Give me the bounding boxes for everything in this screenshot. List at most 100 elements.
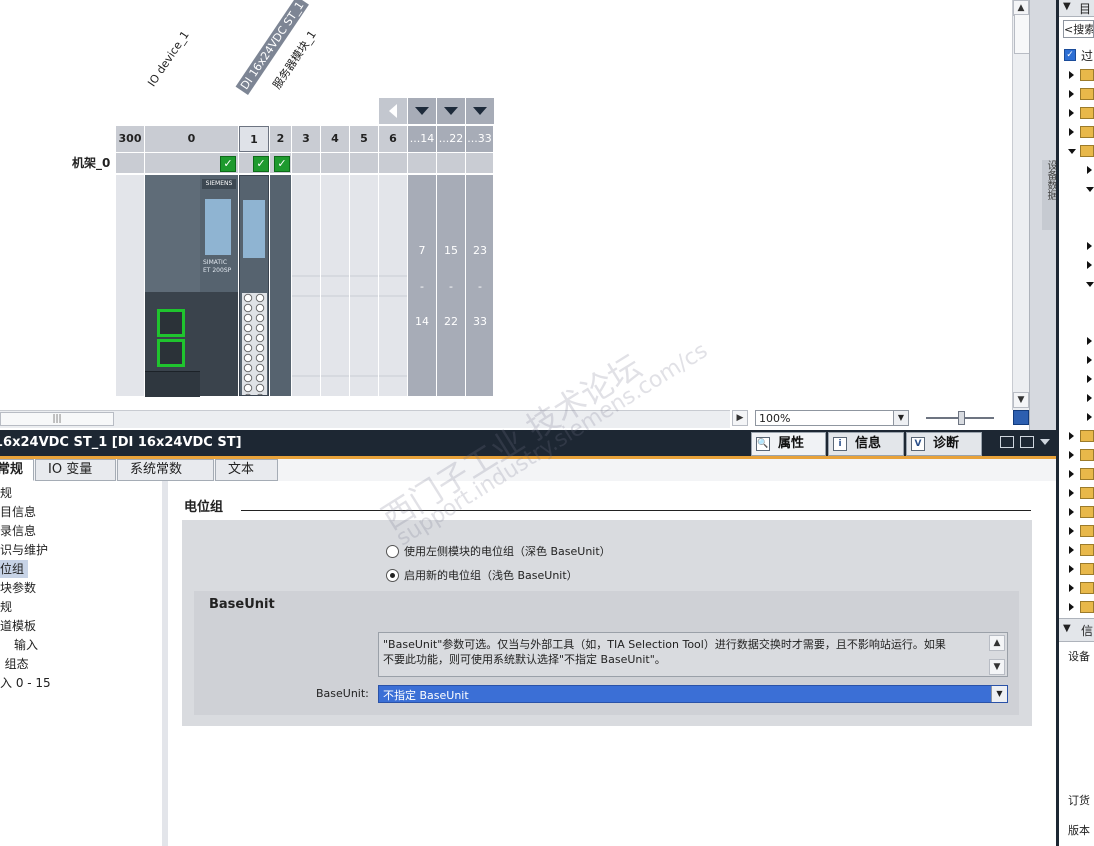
slot-header-3[interactable]: 3 bbox=[292, 126, 321, 152]
horizontal-scrollbar[interactable]: ||| bbox=[0, 410, 730, 428]
expand-slot-button-2[interactable] bbox=[437, 98, 466, 124]
chevron-right-icon[interactable] bbox=[1069, 451, 1074, 459]
info-section-header[interactable]: ▼ 信 bbox=[1059, 618, 1094, 642]
rack-cell bbox=[466, 153, 494, 173]
tab-properties[interactable]: 🔍 属性 bbox=[751, 432, 826, 456]
slot-header-5[interactable]: 5 bbox=[350, 126, 379, 152]
overview-navigation-icon[interactable] bbox=[1013, 410, 1029, 425]
float-panel-icon[interactable] bbox=[1000, 436, 1014, 448]
tab-io-tags[interactable]: IO 变量 bbox=[35, 459, 116, 481]
rack-label: 机架_0 bbox=[72, 156, 111, 170]
chevron-right-icon[interactable] bbox=[1069, 508, 1074, 516]
empty-slot[interactable] bbox=[350, 175, 379, 396]
tab-system-constants[interactable]: 系统常数 bbox=[117, 459, 214, 481]
filter-checkbox[interactable]: ✓ bbox=[1064, 49, 1076, 61]
chevron-right-icon[interactable] bbox=[1087, 166, 1092, 174]
tab-diagnostics[interactable]: V 诊断 bbox=[906, 432, 982, 456]
baseunit-select[interactable]: 不指定 BaseUnit ▼ bbox=[378, 685, 1008, 703]
interface-module[interactable]: SIEMENS SIMATIC ET 200SP bbox=[145, 175, 238, 397]
nav-item-input-0-15[interactable]: 输入 0 - 15 bbox=[0, 674, 51, 692]
slot-header-ext-2[interactable]: ...22 bbox=[437, 126, 466, 152]
scroll-left-button[interactable] bbox=[379, 98, 407, 124]
slot-header-1[interactable]: 1 bbox=[239, 126, 269, 152]
tab-general[interactable]: 常规 bbox=[0, 459, 34, 481]
nav-item-potential-group[interactable]: 电位组 bbox=[0, 560, 29, 578]
chevron-down-icon[interactable]: ▼ bbox=[1063, 1, 1071, 12]
chevron-right-icon[interactable] bbox=[1087, 337, 1092, 345]
slot-header-4[interactable]: 4 bbox=[321, 126, 350, 152]
chevron-right-icon[interactable] bbox=[1087, 394, 1092, 402]
zoom-select[interactable]: 100% ▼ bbox=[755, 410, 909, 426]
radio-left-potential-group[interactable] bbox=[386, 545, 399, 558]
nav-item-general[interactable]: 常规 bbox=[0, 484, 12, 502]
chevron-down-icon[interactable]: ▼ bbox=[893, 411, 908, 425]
chevron-right-icon[interactable] bbox=[1069, 432, 1074, 440]
di-module[interactable] bbox=[239, 175, 269, 396]
empty-slot[interactable] bbox=[321, 175, 350, 396]
chevron-right-icon[interactable] bbox=[1069, 109, 1074, 117]
chevron-right-icon[interactable] bbox=[1069, 565, 1074, 573]
chevron-right-icon[interactable] bbox=[1069, 603, 1074, 611]
navigation-tree[interactable]: 常规 项目信息 目录信息 标识与维护 电位组 模块参数 常规 通道模板 输入 D… bbox=[0, 481, 163, 846]
scroll-down-button[interactable]: ▼ bbox=[1013, 392, 1029, 408]
empty-slot[interactable] bbox=[379, 175, 408, 396]
slot-header-ext-1[interactable]: ...14 bbox=[408, 126, 437, 152]
chevron-right-icon[interactable] bbox=[1087, 242, 1092, 250]
zoom-slider-thumb[interactable] bbox=[958, 411, 965, 425]
ethernet-port-icon[interactable] bbox=[157, 309, 185, 337]
chevron-down-icon[interactable] bbox=[1068, 149, 1076, 154]
tab-texts[interactable]: 文本 bbox=[215, 459, 278, 481]
chevron-down-icon[interactable] bbox=[1040, 439, 1050, 445]
nav-item-di-config[interactable]: DI 组态 bbox=[0, 655, 29, 673]
expand-slot-button-1[interactable] bbox=[408, 98, 437, 124]
chevron-right-icon[interactable] bbox=[1069, 584, 1074, 592]
nav-item-catalog-info[interactable]: 目录信息 bbox=[0, 522, 36, 540]
nav-item-general-2[interactable]: 常规 bbox=[0, 598, 12, 616]
radio-new-potential-group[interactable] bbox=[386, 569, 399, 582]
slot-header-6[interactable]: 6 bbox=[379, 126, 408, 152]
chevron-right-icon[interactable] bbox=[1087, 356, 1092, 364]
expand-slot-button-3[interactable] bbox=[466, 98, 495, 124]
slot-header-2[interactable]: 2 bbox=[270, 126, 292, 152]
nav-item-inputs[interactable]: 输入 bbox=[14, 636, 38, 654]
maximize-panel-icon[interactable] bbox=[1020, 436, 1034, 448]
chevron-right-icon[interactable] bbox=[1069, 489, 1074, 497]
empty-slot[interactable] bbox=[292, 175, 321, 396]
chevron-right-icon[interactable] bbox=[1087, 413, 1092, 421]
scroll-thumb[interactable] bbox=[1014, 14, 1030, 54]
chevron-right-icon[interactable] bbox=[1069, 470, 1074, 478]
slot-header-ext-3[interactable]: ...33 bbox=[466, 126, 494, 152]
slot-header-300[interactable]: 300 bbox=[116, 126, 145, 152]
chevron-down-icon[interactable] bbox=[1086, 282, 1094, 287]
chevron-right-icon[interactable] bbox=[1069, 546, 1074, 554]
device-label-io-device[interactable]: IO device_1 bbox=[145, 29, 192, 89]
device-view-canvas[interactable]: IO device_1 DI 16x24VDC ST_1 服务器模块_1 300… bbox=[0, 0, 1030, 410]
catalog-search-input[interactable]: <搜索 bbox=[1063, 20, 1094, 38]
chevron-right-icon[interactable] bbox=[1069, 90, 1074, 98]
chevron-down-icon[interactable]: ▼ bbox=[1063, 623, 1071, 634]
chevron-right-icon[interactable] bbox=[1087, 261, 1092, 269]
range-dash: - bbox=[449, 280, 453, 293]
info-textarea[interactable]: "BaseUnit"参数可选。仅当与外部工具（如，TIA Selection T… bbox=[378, 632, 1008, 677]
server-module[interactable] bbox=[270, 175, 291, 396]
chevron-down-icon[interactable] bbox=[1086, 187, 1094, 192]
nav-item-channel-template[interactable]: 通道模板 bbox=[0, 617, 36, 635]
nav-item-module-parameters[interactable]: 模块参数 bbox=[0, 579, 36, 597]
vertical-scrollbar[interactable]: ▲ ▼ bbox=[1012, 0, 1030, 410]
scroll-up-button[interactable]: ▲ bbox=[989, 635, 1005, 651]
empty-slot[interactable] bbox=[116, 175, 145, 396]
scroll-thumb[interactable]: ||| bbox=[0, 412, 114, 426]
tab-info[interactable]: i 信息 bbox=[828, 432, 904, 456]
chevron-right-icon[interactable] bbox=[1069, 71, 1074, 79]
scroll-down-button[interactable]: ▼ bbox=[989, 659, 1005, 675]
nav-item-identification[interactable]: 标识与维护 bbox=[0, 541, 48, 559]
ethernet-port-icon[interactable] bbox=[157, 339, 185, 367]
chevron-right-icon[interactable] bbox=[1069, 527, 1074, 535]
chevron-right-icon[interactable] bbox=[1069, 128, 1074, 136]
nav-item-project-info[interactable]: 项目信息 bbox=[0, 503, 36, 521]
catalog-header[interactable]: ▼ 目 bbox=[1059, 0, 1094, 17]
slot-header-0[interactable]: 0 bbox=[145, 126, 239, 152]
chevron-down-icon[interactable]: ▼ bbox=[991, 686, 1007, 702]
chevron-right-icon[interactable] bbox=[1087, 375, 1092, 383]
scroll-right-button[interactable]: ▶ bbox=[732, 410, 748, 426]
